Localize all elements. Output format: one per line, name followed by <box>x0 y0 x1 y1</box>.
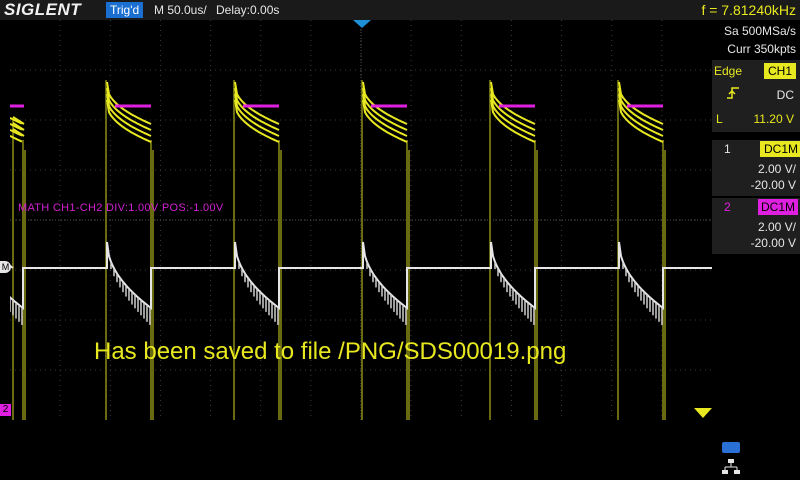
ch1-trace <box>234 87 280 131</box>
ch2-coupling: DC1M <box>758 199 799 215</box>
ch1-panel[interactable]: 1 DC1M 2.00 V/ -20.00 V <box>712 140 800 196</box>
memory-depth: Curr 350kpts <box>727 42 796 56</box>
trigger-status-badge[interactable]: Trig'd <box>106 2 144 18</box>
trigger-level: 11.20 V <box>753 112 794 126</box>
trigger-position-marker[interactable] <box>353 20 371 28</box>
bottom-bar <box>0 420 712 480</box>
ch1-coupling: DC1M <box>760 141 800 157</box>
ch2-scale: 2.00 V/ <box>757 220 796 234</box>
ch2-offset: -20.00 V <box>750 236 796 250</box>
trigger-source: CH1 <box>764 63 797 79</box>
trigger-panel[interactable]: Edge CH1 DC L 11.20 V <box>712 60 800 132</box>
ch2-number: 2 <box>724 200 731 214</box>
trigger-level-marker[interactable] <box>694 408 712 418</box>
network-icon <box>722 459 740 474</box>
ch1-scale: 2.00 V/ <box>757 162 796 176</box>
save-status-message: Has been saved to file /PNG/SDS00019.png <box>94 338 567 365</box>
ch2-panel[interactable]: 2 DC1M 2.00 V/ -20.00 V <box>712 198 800 254</box>
frequency-counter: f = 7.81240kHz <box>701 2 796 18</box>
ch1-offset: -20.00 V <box>750 178 796 192</box>
ch2-ground-marker[interactable]: 2 <box>0 404 11 416</box>
ch1-trace <box>106 87 152 131</box>
rising-edge-icon <box>727 87 739 99</box>
right-info-panel: Sa 500MSa/s Curr 350kpts Edge CH1 DC L 1… <box>712 20 800 480</box>
timebase-readout[interactable]: M 50.0us/ <box>154 0 207 20</box>
trigger-coupling: DC <box>776 88 794 102</box>
brand-logo: SIGLENT <box>4 0 82 19</box>
ch1-number: 1 <box>724 142 731 156</box>
math-function-label: MATH CH1-CH2 DIV:1.00V POS:-1.00V <box>18 202 224 214</box>
usb-icon <box>722 442 740 453</box>
ch1-trace <box>10 135 23 143</box>
ch1-trace <box>490 87 536 131</box>
sample-rate: Sa 500MSa/s <box>723 24 796 38</box>
delay-readout[interactable]: Delay:0.00s <box>216 0 279 20</box>
ch1-trace <box>618 87 664 131</box>
ch1-trace <box>362 87 408 131</box>
trigger-type: Edge <box>714 64 743 78</box>
top-status-bar: SIGLENT Trig'd M 50.0us/ Delay:0.00s f =… <box>0 0 800 20</box>
trigger-level-label: L <box>716 112 723 126</box>
